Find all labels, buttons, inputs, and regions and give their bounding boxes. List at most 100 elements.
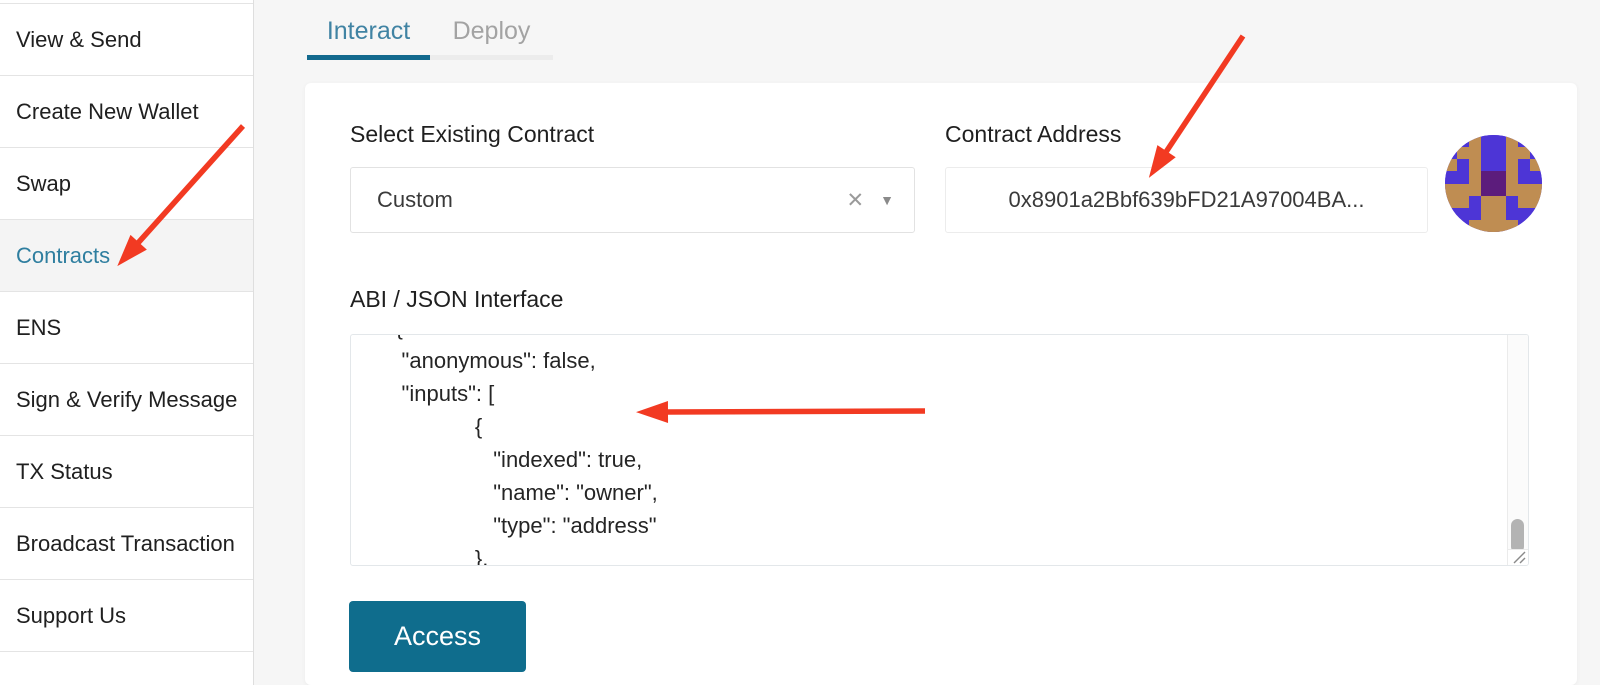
- identicon-cell: [1469, 184, 1481, 196]
- sidebar-item-label: Support Us: [16, 603, 126, 629]
- identicon-cell: [1445, 208, 1457, 220]
- identicon-cell: [1494, 159, 1506, 171]
- identicon-cell: [1469, 208, 1481, 220]
- identicon-cell: [1494, 171, 1506, 183]
- identicon-cell: [1506, 147, 1518, 159]
- identicon-cell: [1469, 135, 1481, 147]
- identicon-cell: [1506, 184, 1518, 196]
- identicon-cell: [1481, 196, 1493, 208]
- identicon-cell: [1481, 159, 1493, 171]
- sidebar-item-support-us[interactable]: Support Us: [0, 579, 253, 651]
- identicon-cell: [1469, 171, 1481, 183]
- identicon-cell: [1469, 159, 1481, 171]
- identicon-cell: [1457, 171, 1469, 183]
- identicon-cell: [1506, 171, 1518, 183]
- existing-contract-selected-value: Custom: [351, 187, 831, 213]
- identicon-cell: [1530, 220, 1542, 232]
- abi-scrollbar-thumb[interactable]: [1511, 519, 1524, 553]
- identicon-cell: [1518, 135, 1530, 147]
- identicon-cell: [1494, 147, 1506, 159]
- tab-deploy-label: Deploy: [453, 17, 531, 46]
- identicon-cell: [1506, 159, 1518, 171]
- identicon-cell: [1518, 184, 1530, 196]
- sidebar-item-label: Swap: [16, 171, 71, 197]
- identicon-cell: [1530, 147, 1542, 159]
- identicon-cell: [1469, 220, 1481, 232]
- identicon-cell: [1518, 171, 1530, 183]
- resize-grip-icon: [1508, 550, 1527, 564]
- identicon-cell: [1481, 171, 1493, 183]
- identicon-cell: [1445, 171, 1457, 183]
- sidebar-item-sign-verify-message[interactable]: Sign & Verify Message: [0, 363, 253, 435]
- interact-panel: Select Existing Contract Custom ✕ ▼ Cont…: [305, 83, 1577, 685]
- identicon-cell: [1457, 208, 1469, 220]
- identicon-cell: [1457, 159, 1469, 171]
- identicon-cell: [1445, 147, 1457, 159]
- contract-address-label: Contract Address: [945, 121, 1121, 148]
- identicon-cell: [1530, 208, 1542, 220]
- identicon-cell: [1530, 171, 1542, 183]
- identicon-cell: [1457, 184, 1469, 196]
- identicon-cell: [1445, 135, 1457, 147]
- sidebar-item-label: TX Status: [16, 459, 113, 485]
- identicon-cell: [1530, 196, 1542, 208]
- identicon-cell: [1457, 196, 1469, 208]
- access-button[interactable]: Access: [349, 601, 526, 672]
- identicon-cell: [1481, 135, 1493, 147]
- sidebar-item-view-send[interactable]: View & Send: [0, 3, 253, 75]
- identicon-cell: [1518, 208, 1530, 220]
- sidebar-item-label: Sign & Verify Message: [16, 387, 237, 413]
- sidebar-item-ens[interactable]: ENS: [0, 291, 253, 363]
- address-identicon: [1445, 135, 1542, 232]
- clear-selection-icon[interactable]: ✕: [831, 188, 881, 213]
- contract-address-input[interactable]: [945, 167, 1428, 233]
- sidebar-nav: View & Send Create New Wallet Swap Contr…: [0, 0, 254, 685]
- identicon-cell: [1518, 196, 1530, 208]
- sidebar-item-label: Create New Wallet: [16, 99, 199, 125]
- identicon-cell: [1494, 196, 1506, 208]
- identicon-cell: [1494, 208, 1506, 220]
- select-contract-label: Select Existing Contract: [350, 121, 594, 148]
- identicon-cell: [1506, 135, 1518, 147]
- identicon-cell: [1494, 184, 1506, 196]
- tab-deploy[interactable]: Deploy: [430, 8, 553, 60]
- sidebar-item-label: View & Send: [16, 27, 142, 53]
- tab-interact[interactable]: Interact: [307, 8, 430, 60]
- identicon-cell: [1457, 135, 1469, 147]
- identicon-cell: [1481, 220, 1493, 232]
- identicon-cell: [1481, 147, 1493, 159]
- identicon-cell: [1481, 208, 1493, 220]
- identicon-cell: [1445, 220, 1457, 232]
- sidebar-item-label: Contracts: [16, 243, 110, 269]
- identicon-cell: [1530, 184, 1542, 196]
- sidebar-item-label: Broadcast Transaction: [16, 531, 235, 557]
- identicon-cell: [1469, 147, 1481, 159]
- abi-json-label: ABI / JSON Interface: [350, 286, 563, 313]
- abi-scrollbar-track[interactable]: [1507, 335, 1528, 549]
- identicon-cell: [1457, 147, 1469, 159]
- sidebar-item-contracts[interactable]: Contracts: [0, 219, 253, 291]
- sidebar-item-swap[interactable]: Swap: [0, 147, 253, 219]
- sidebar-item-partial[interactable]: [0, 651, 253, 681]
- sidebar-item-label: ENS: [16, 315, 61, 341]
- identicon-cell: [1445, 196, 1457, 208]
- identicon-cell: [1494, 220, 1506, 232]
- abi-json-textarea[interactable]: { "anonymous": false, "inputs": [ { "ind…: [350, 334, 1529, 566]
- resize-handle[interactable]: [1507, 549, 1528, 565]
- sidebar-item-broadcast-transaction[interactable]: Broadcast Transaction: [0, 507, 253, 579]
- identicon-cell: [1518, 159, 1530, 171]
- identicon-cell: [1518, 220, 1530, 232]
- sidebar-item-create-new-wallet[interactable]: Create New Wallet: [0, 75, 253, 147]
- identicon-cell: [1445, 184, 1457, 196]
- identicon-cell: [1457, 220, 1469, 232]
- identicon-cell: [1506, 196, 1518, 208]
- identicon-cell: [1518, 147, 1530, 159]
- identicon-cell: [1506, 220, 1518, 232]
- chevron-down-icon[interactable]: ▼: [880, 192, 914, 208]
- identicon-cell: [1530, 135, 1542, 147]
- identicon-cell: [1445, 159, 1457, 171]
- existing-contract-select[interactable]: Custom ✕ ▼: [350, 167, 915, 233]
- identicon-cell: [1530, 159, 1542, 171]
- sidebar-item-tx-status[interactable]: TX Status: [0, 435, 253, 507]
- contract-tabs: Interact Deploy: [307, 8, 553, 60]
